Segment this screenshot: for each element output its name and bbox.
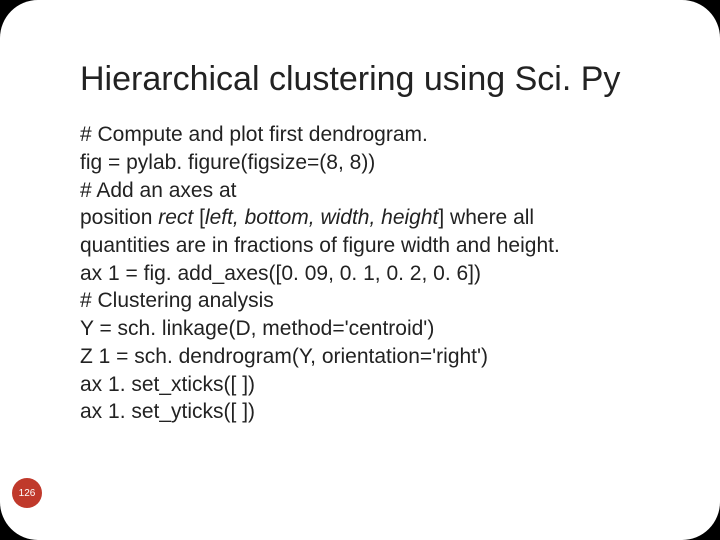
code-italic: left, bottom, width, height	[205, 206, 438, 229]
code-line: ax 1. set_yticks([ ])	[80, 398, 660, 426]
code-line: # Compute and plot first dendrogram.	[80, 121, 660, 149]
code-line: quantities are in fractions of figure wi…	[80, 232, 660, 260]
slide: Hierarchical clustering using Sci. Py # …	[0, 0, 720, 540]
code-line: position rect [left, bottom, width, heig…	[80, 204, 660, 232]
code-line: fig = pylab. figure(figsize=(8, 8))	[80, 149, 660, 177]
code-line: ax 1. set_xticks([ ])	[80, 371, 660, 399]
code-italic: rect	[158, 206, 193, 229]
code-line: # Clustering analysis	[80, 287, 660, 315]
code-text: position	[80, 206, 158, 229]
code-block: # Compute and plot first dendrogram. fig…	[80, 121, 660, 426]
code-line: Y = sch. linkage(D, method='centroid')	[80, 315, 660, 343]
page-badge: 126	[12, 478, 42, 508]
code-line: ax 1 = fig. add_axes([0. 09, 0. 1, 0. 2,…	[80, 260, 660, 288]
code-text: ] where all	[438, 206, 534, 229]
slide-title: Hierarchical clustering using Sci. Py	[80, 60, 660, 99]
code-line: Z 1 = sch. dendrogram(Y, orientation='ri…	[80, 343, 660, 371]
code-text: [	[193, 206, 205, 229]
code-line: # Add an axes at	[80, 177, 660, 205]
